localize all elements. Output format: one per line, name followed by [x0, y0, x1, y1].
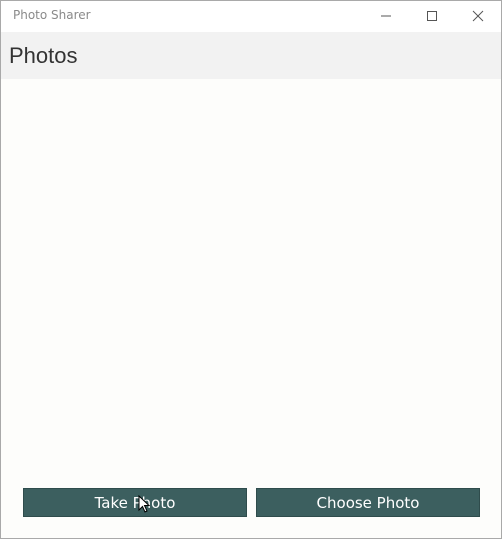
maximize-button[interactable]	[409, 1, 455, 32]
take-photo-button[interactable]: Take Photo	[23, 488, 247, 517]
photo-area	[1, 79, 501, 538]
close-button[interactable]	[455, 1, 501, 32]
maximize-icon	[427, 11, 437, 21]
page-title: Photos	[9, 43, 78, 68]
page-header: Photos	[1, 32, 501, 79]
minimize-button[interactable]	[363, 1, 409, 32]
title-bar[interactable]: Photo Sharer	[1, 1, 501, 32]
app-window: Photo Sharer Photos Take Photo Choose Ph…	[0, 0, 502, 539]
take-photo-label: Take Photo	[94, 493, 176, 512]
choose-photo-button[interactable]: Choose Photo	[256, 488, 480, 517]
close-icon	[472, 10, 484, 22]
minimize-icon	[381, 15, 391, 17]
choose-photo-label: Choose Photo	[316, 493, 420, 512]
window-title: Photo Sharer	[13, 8, 91, 22]
